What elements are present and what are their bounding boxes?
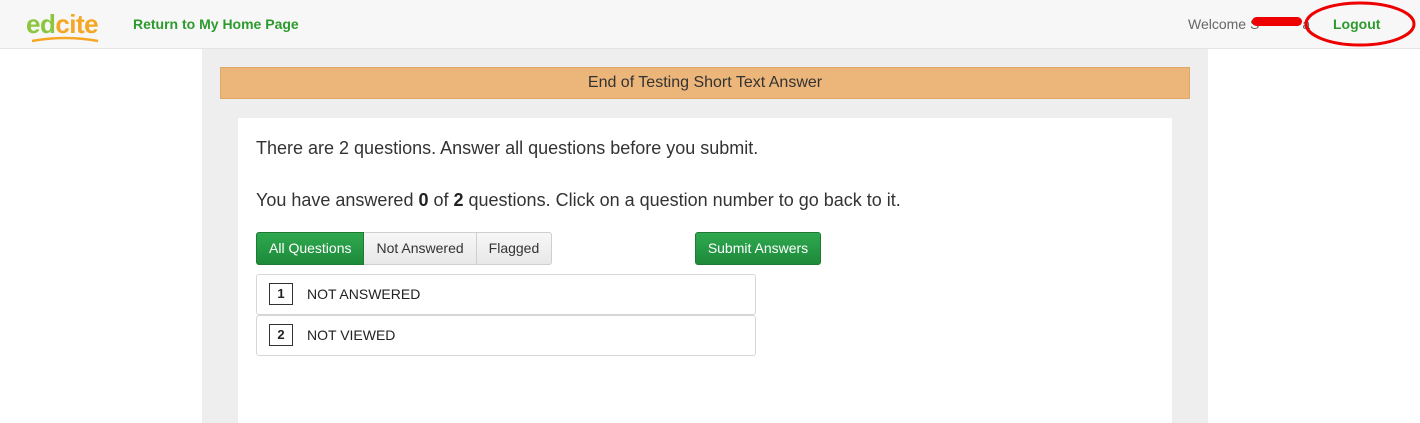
total-count: 2: [453, 190, 464, 210]
edcite-logo[interactable]: edcite: [26, 9, 99, 39]
progress-text: You have answered 0 of 2 questions. Clic…: [256, 190, 901, 211]
submit-answers-button[interactable]: Submit Answers: [695, 232, 821, 265]
tab-all-questions[interactable]: All Questions: [256, 232, 365, 265]
tab-not-answered[interactable]: Not Answered: [364, 232, 477, 265]
test-title: End of Testing Short Text Answer: [220, 67, 1190, 99]
top-navbar: edcite Return to My Home Page Welcome Sa…: [0, 0, 1420, 49]
logout-link[interactable]: Logout: [1333, 16, 1380, 32]
logo-ed-text: ed: [26, 9, 56, 39]
question-number[interactable]: 1: [269, 283, 293, 305]
tab-flagged[interactable]: Flagged: [476, 232, 553, 265]
question-row-1[interactable]: 1 NOT ANSWERED: [256, 274, 756, 315]
question-number[interactable]: 2: [269, 324, 293, 346]
return-home-link[interactable]: Return to My Home Page: [133, 16, 299, 32]
answered-count: 0: [418, 190, 429, 210]
welcome-label: Welcome S: [1188, 16, 1260, 32]
progress-suffix: questions. Click on a question number to…: [463, 190, 901, 210]
question-status: NOT VIEWED: [307, 327, 396, 343]
progress-prefix: You have answered: [256, 190, 419, 210]
logo-swoosh-icon: [31, 36, 99, 43]
review-card: [238, 118, 1172, 423]
questions-intro: There are 2 questions. Answer all questi…: [256, 138, 759, 158]
question-status: NOT ANSWERED: [307, 286, 421, 302]
logo-cite-text: cite: [55, 9, 99, 39]
question-row-2[interactable]: 2 NOT VIEWED: [256, 315, 756, 356]
progress-of: of: [428, 190, 454, 210]
question-filter-tabs: All Questions Not Answered Flagged: [256, 232, 553, 265]
redaction-mark: [1252, 17, 1302, 26]
